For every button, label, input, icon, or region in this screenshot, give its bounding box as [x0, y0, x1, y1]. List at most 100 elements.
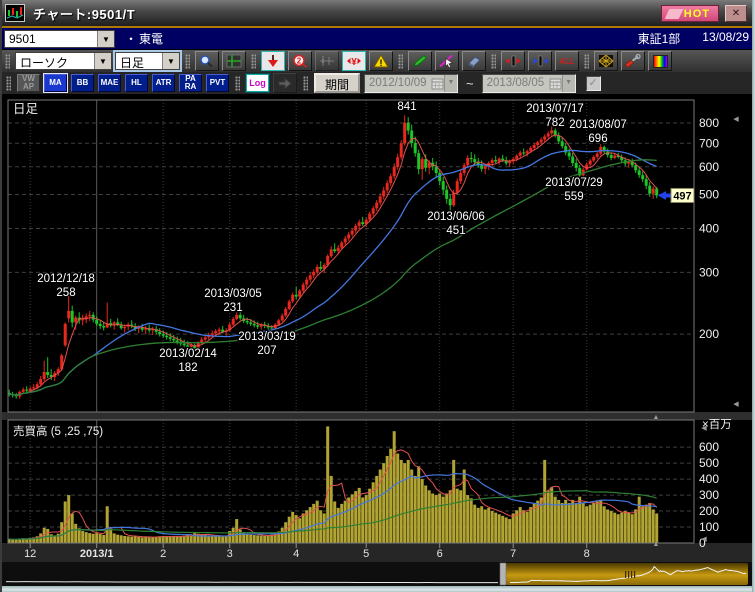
- indicator-ma-button[interactable]: MA: [44, 74, 67, 92]
- measure-icon[interactable]: [315, 51, 339, 71]
- svg-text:300: 300: [699, 265, 719, 279]
- toolbar-grip[interactable]: [251, 54, 256, 69]
- svg-text:◀: ◀: [733, 401, 739, 408]
- compare-arrow-icon[interactable]: [273, 73, 297, 93]
- symbol-bullet: ・: [125, 30, 137, 47]
- svg-text:2013/03/05: 2013/03/05: [204, 288, 262, 300]
- svg-text:700: 700: [699, 136, 719, 150]
- app-icon: [5, 4, 25, 22]
- order-2-icon[interactable]: 2: [288, 51, 312, 71]
- range-tilde: ~: [466, 76, 474, 91]
- navigator-sparkline[interactable]: [0, 562, 755, 586]
- toolbar-grip[interactable]: [5, 54, 10, 69]
- calendar-icon: [549, 77, 562, 90]
- sell-arrow-icon[interactable]: [261, 51, 285, 71]
- indicator-bb-button[interactable]: BB: [71, 74, 94, 92]
- title-bar[interactable]: チャート:9501/T HOT ✕: [0, 0, 755, 26]
- svg-text:!: !: [380, 58, 383, 68]
- indicator-mae-button[interactable]: MAE: [98, 74, 121, 92]
- chart-type-combo[interactable]: ローソク ▼: [15, 52, 112, 70]
- svg-text:7: 7: [510, 548, 516, 560]
- show-all-button[interactable]: ALL: [555, 51, 579, 71]
- symbol-combo[interactable]: 9501 ▼: [4, 30, 115, 48]
- indicator-toolbar: VWAP MA BB MAE HL ATR PARA PVT Log 期間 20…: [0, 72, 755, 94]
- svg-text:2013/1: 2013/1: [80, 548, 114, 560]
- trendline-icon[interactable]: [435, 51, 459, 71]
- hot-button[interactable]: HOT: [661, 5, 719, 22]
- svg-text:◀: ◀: [701, 536, 707, 543]
- apply-period-checkbox[interactable]: ✓: [586, 76, 601, 91]
- window-bottom-edge: [0, 586, 755, 592]
- svg-text:3: 3: [227, 548, 233, 560]
- quote-date: 13/08/29: [702, 30, 749, 47]
- zoom-icon[interactable]: [195, 51, 219, 71]
- indicator-hl-button[interactable]: HL: [125, 74, 148, 92]
- svg-text:100: 100: [699, 520, 719, 534]
- warning-icon[interactable]: !: [369, 51, 393, 71]
- wrench-icon[interactable]: [621, 51, 645, 71]
- indicator-vwap-button[interactable]: VWAP: [17, 74, 40, 92]
- svg-text:497: 497: [673, 190, 691, 202]
- svg-text:800: 800: [699, 116, 719, 130]
- window-title: チャート:9501/T: [33, 4, 135, 23]
- svg-text:2012/12/18: 2012/12/18: [37, 273, 95, 285]
- close-button[interactable]: ✕: [725, 5, 747, 22]
- symbol-value: 9501: [5, 31, 97, 47]
- timeframe-value: 日足: [116, 53, 162, 69]
- narrow-bars-icon[interactable]: [528, 51, 552, 71]
- indicator-pvt-button[interactable]: PVT: [206, 74, 229, 92]
- svg-text:500: 500: [699, 188, 719, 202]
- svg-text:2: 2: [160, 548, 166, 560]
- date-from-field[interactable]: 2012/10/09 ▼: [364, 74, 458, 93]
- quote-bar: 9501 ▼ ・ 東電 東証1部 13/08/29: [0, 28, 755, 50]
- svg-text:207: 207: [257, 345, 276, 357]
- svg-text:◀: ◀: [733, 116, 739, 123]
- svg-text:451: 451: [446, 225, 465, 237]
- svg-text:200: 200: [699, 504, 719, 518]
- toolbar-grip[interactable]: [398, 54, 403, 69]
- toolbar-grip[interactable]: [303, 76, 308, 91]
- chevron-down-icon[interactable]: ▼: [97, 31, 114, 47]
- yen-icon[interactable]: ¥: [342, 51, 366, 71]
- svg-text:2: 2: [297, 57, 302, 66]
- log-scale-button[interactable]: Log: [246, 74, 269, 92]
- svg-text:日足: 日足: [13, 102, 39, 116]
- toolbar-grip[interactable]: [235, 76, 240, 91]
- svg-text:559: 559: [564, 191, 583, 203]
- hot-button-decoration: [665, 9, 684, 19]
- period-button[interactable]: 期間: [314, 73, 360, 93]
- chart-panel[interactable]: 2003004005006007008000100200300400500600…: [0, 94, 755, 562]
- widen-bars-icon[interactable]: [501, 51, 525, 71]
- svg-text:2013/07/17: 2013/07/17: [526, 103, 584, 115]
- svg-text:2013/06/06: 2013/06/06: [427, 211, 485, 223]
- window-left-edge: [0, 0, 2, 592]
- toolbar-grip[interactable]: [491, 54, 496, 69]
- net-icon[interactable]: [594, 51, 618, 71]
- chevron-down-icon[interactable]: ▼: [562, 75, 575, 92]
- chart-window: チャート:9501/T HOT ✕ 9501 ▼ ・ 東電 東証1部 13/08…: [0, 0, 755, 592]
- pencil-icon[interactable]: [408, 51, 432, 71]
- chevron-down-icon[interactable]: ▼: [162, 53, 179, 69]
- candlestick-chart[interactable]: 2003004005006007008000100200300400500600…: [0, 94, 755, 562]
- chevron-down-icon[interactable]: ▼: [444, 75, 457, 92]
- rainbow-icon[interactable]: [648, 51, 672, 71]
- toolbar-grip[interactable]: [584, 54, 589, 69]
- eraser-icon[interactable]: [462, 51, 486, 71]
- toolbar-grip[interactable]: [185, 54, 190, 69]
- svg-text:600: 600: [699, 160, 719, 174]
- range-navigator[interactable]: [0, 562, 755, 586]
- chevron-down-icon[interactable]: ▼: [94, 53, 111, 69]
- symbol-name: 東電: [139, 30, 163, 47]
- svg-text:2013/02/14: 2013/02/14: [159, 348, 217, 360]
- svg-text:4: 4: [293, 548, 299, 560]
- svg-text:売買高 (5 ,25 ,75): 売買高 (5 ,25 ,75): [13, 424, 103, 438]
- date-to-field[interactable]: 2013/08/05 ▼: [482, 74, 576, 93]
- svg-text:▲: ▲: [653, 414, 660, 421]
- timeframe-combo[interactable]: 日足 ▼: [115, 52, 180, 70]
- svg-text:2013/08/07: 2013/08/07: [569, 119, 627, 131]
- toolbar-grip[interactable]: [6, 76, 11, 91]
- indicator-para-button[interactable]: PARA: [179, 74, 202, 92]
- indicator-atr-button[interactable]: ATR: [152, 74, 175, 92]
- svg-text:200: 200: [699, 327, 719, 341]
- grid-icon[interactable]: [222, 51, 246, 71]
